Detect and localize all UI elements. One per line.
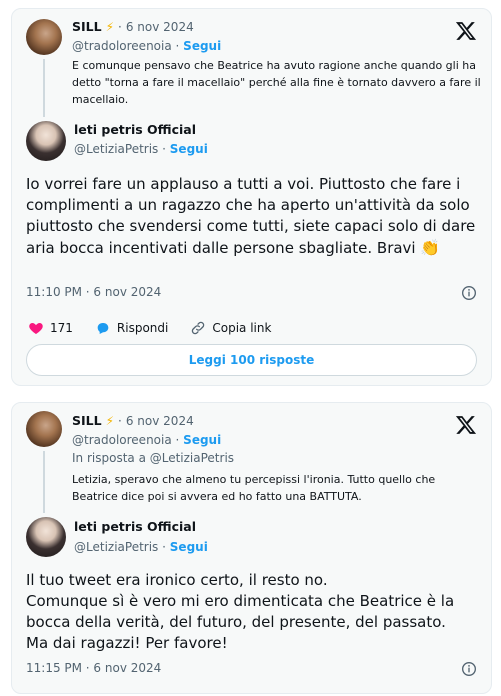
like-button[interactable]: 171 [28, 320, 73, 336]
quoted-header: SILL ⚡ · 6 nov 2024 [72, 413, 194, 428]
copy-link-label: Copia link [212, 321, 272, 335]
lightning-icon: ⚡ [105, 19, 115, 34]
clapping-hands-emoji: 👏 [420, 238, 441, 257]
author-handle[interactable]: @LetiziaPetris [74, 142, 158, 156]
like-count: 171 [50, 321, 73, 335]
copy-link-button[interactable]: Copia link [190, 320, 271, 336]
author-handle[interactable]: @tradoloreenoia [72, 39, 172, 53]
follow-button[interactable]: Segui [183, 39, 221, 53]
reply-button[interactable]: Rispondi [95, 320, 168, 336]
info-icon[interactable] [461, 285, 477, 301]
x-logo-icon[interactable] [455, 414, 477, 436]
follow-button[interactable]: Segui [183, 433, 221, 447]
thread-line [43, 451, 45, 513]
lightning-icon: ⚡ [105, 413, 115, 428]
tweet-timestamp[interactable]: 11:10 PM · 6 nov 2024 [26, 285, 161, 299]
link-icon [192, 321, 205, 335]
tweet-card-2: SILL ⚡ · 6 nov 2024 @tradoloreenoia · Se… [11, 402, 492, 694]
avatar[interactable] [26, 411, 62, 447]
author-name[interactable]: leti petris Official [74, 519, 196, 534]
tweet-body: Io vorrei fare un applauso a tutti a voi… [26, 175, 476, 257]
tweet-card-1: SILL ⚡ · 6 nov 2024 @tradoloreenoia · Se… [11, 8, 492, 386]
tweet-line: Il tuo tweet era ironico certo, il resto… [26, 571, 328, 589]
separator: · [118, 19, 122, 34]
reply-bubble-icon [97, 323, 109, 334]
tweet-line: Ma dai ragazzi! Per favore! [26, 634, 228, 652]
tweet-text: Io vorrei fare un applauso a tutti a voi… [26, 174, 481, 259]
author-name[interactable]: leti petris Official [74, 122, 196, 137]
reply-context[interactable]: In risposta a @LetiziaPetris [72, 451, 234, 465]
author-handle-row: @LetiziaPetris · Segui [74, 540, 208, 554]
quoted-tweet-text: E comunque pensavo che Beatrice ha avuto… [72, 59, 481, 106]
follow-button[interactable]: Segui [170, 142, 208, 156]
tweet-text: Il tuo tweet era ironico certo, il resto… [26, 570, 481, 654]
thread-line [43, 59, 45, 117]
action-bar: 171 Rispondi Copia link [28, 318, 293, 338]
author-name[interactable]: SILL [72, 19, 102, 34]
quoted-handle-row: @tradoloreenoia · Segui [72, 433, 221, 447]
tweet-date[interactable]: 6 nov 2024 [126, 20, 194, 34]
author-name[interactable]: SILL [72, 413, 102, 428]
quoted-handle-row: @tradoloreenoia · Segui [72, 39, 221, 53]
info-icon[interactable] [461, 661, 477, 677]
heart-icon [29, 323, 43, 334]
tweet-timestamp[interactable]: 11:15 PM · 6 nov 2024 [26, 661, 161, 675]
quoted-tweet-text: Letizia, speravo che almeno tu percepiss… [72, 473, 436, 503]
reply-label: Rispondi [116, 321, 169, 335]
separator: · [118, 413, 122, 428]
tweet-date[interactable]: 6 nov 2024 [126, 414, 194, 428]
quoted-header: SILL ⚡ · 6 nov 2024 [72, 19, 194, 34]
avatar[interactable] [26, 121, 66, 161]
separator: · [162, 540, 170, 554]
read-replies-button[interactable]: Leggi 100 risposte [26, 344, 477, 376]
x-logo-icon[interactable] [455, 20, 477, 42]
avatar[interactable] [26, 19, 62, 55]
separator: · [162, 142, 170, 156]
follow-button[interactable]: Segui [170, 540, 208, 554]
avatar[interactable] [26, 517, 66, 557]
author-handle[interactable]: @LetiziaPetris [74, 540, 158, 554]
author-handle-row: @LetiziaPetris · Segui [74, 142, 208, 156]
author-handle[interactable]: @tradoloreenoia [72, 433, 172, 447]
tweet-line: Comunque sì è vero mi ero dimenticata ch… [26, 592, 455, 631]
